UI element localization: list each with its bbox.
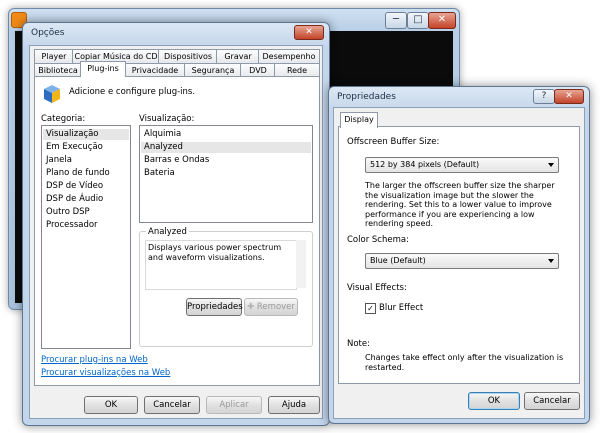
category-item[interactable]: Outro DSP [46, 207, 90, 218]
category-label: Categoria: [41, 114, 86, 124]
visualization-item[interactable]: Bateria [144, 168, 175, 179]
note-text: Changes take effect only after the visua… [365, 353, 564, 372]
category-item[interactable]: DSP de Áudio [46, 194, 103, 205]
buffer-label: Offscreen Buffer Size: [347, 137, 440, 147]
category-item[interactable]: Plano de fundo [46, 168, 110, 179]
properties-button[interactable]: Propriedades [186, 298, 243, 316]
visualization-item[interactable]: Alquimia [144, 129, 181, 140]
tab-library[interactable]: Biblioteca [34, 63, 82, 77]
remove-plugin-icon: ✚ [247, 302, 255, 312]
properties-close-button[interactable]: ✕ [554, 89, 584, 104]
properties-cancel-button[interactable]: Cancelar [524, 392, 580, 410]
tab-burn[interactable]: Gravar [216, 49, 260, 63]
close-button[interactable]: ✕ [428, 12, 456, 29]
color-schema-label: Color Schema: [347, 235, 409, 245]
chevron-down-icon [548, 259, 554, 263]
plugins-panel: Adicione e configure plug-ins. Categoria… [34, 76, 320, 386]
visualization-list[interactable]: Alquimia Analyzed Barras e Ondas Bateria [139, 125, 313, 223]
buffer-size-select[interactable]: 512 by 384 pixels (Default) [365, 157, 559, 173]
category-item[interactable]: DSP de Vídeo [46, 181, 103, 192]
properties-ok-button[interactable]: OK [468, 392, 520, 410]
tab-privacy[interactable]: Privacidade [124, 63, 186, 77]
options-dialog-title: Opções [31, 28, 65, 38]
plugins-header-text: Adicione e configure plug-ins. [69, 87, 196, 97]
options-dialog: Opções ✕ Player Copiar Música do CD Disp… [22, 22, 330, 426]
blur-effect-checkbox[interactable]: ✓ [365, 303, 376, 314]
visualization-item[interactable]: Analyzed [141, 142, 311, 153]
detail-description-box: Displays various power spectrum and wave… [145, 240, 297, 290]
buffer-help-text: The larger the offscreen buffer size the… [365, 181, 555, 228]
help-button[interactable]: Ajuda [268, 396, 320, 414]
tab-performance[interactable]: Desempenho [258, 49, 320, 63]
options-close-button[interactable]: ✕ [294, 25, 324, 40]
cancel-button[interactable]: Cancelar [144, 396, 200, 414]
note-label: Note: [347, 339, 370, 349]
properties-dialog: Propriedades ? ✕ Display Offscreen Buffe… [328, 86, 590, 424]
detail-scrollbar[interactable] [296, 240, 306, 288]
options-dialog-body: Player Copiar Música do CD Dispositivos … [29, 45, 323, 419]
properties-dialog-body: Display Offscreen Buffer Size: 512 by 38… [333, 107, 585, 419]
tab-network[interactable]: Rede [274, 63, 320, 77]
display-panel: Offscreen Buffer Size: 512 by 384 pixels… [338, 126, 580, 384]
link-find-plugins[interactable]: Procurar plug-ins na Web [41, 355, 148, 365]
category-list[interactable]: Visualização Em Execução Janela Plano de… [41, 125, 131, 349]
tab-plugins[interactable]: Plug-ins [80, 61, 126, 77]
category-item[interactable]: Janela [46, 155, 72, 166]
color-schema-select[interactable]: Blue (Default) [365, 253, 559, 269]
help-icon[interactable]: ? [533, 89, 555, 104]
blur-effect-label: Blur Effect [379, 303, 424, 313]
detail-title: Analyzed [146, 227, 189, 237]
apply-button[interactable]: Aplicar [206, 396, 262, 414]
minimize-button[interactable]: ─ [385, 12, 407, 29]
properties-dialog-title: Propriedades [337, 92, 396, 102]
remove-button-label: Remover [256, 302, 295, 312]
tab-player[interactable]: Player [34, 49, 74, 63]
remove-button[interactable]: ✚ Remover [244, 298, 298, 316]
plugin-cube-icon [44, 85, 60, 103]
category-item[interactable]: Visualização [43, 129, 129, 140]
category-item[interactable]: Processador [46, 220, 98, 231]
chevron-down-icon [548, 163, 554, 167]
tab-devices[interactable]: Dispositivos [158, 49, 218, 63]
buffer-size-value: 512 by 384 pixels (Default) [370, 160, 480, 169]
link-find-visualizations[interactable]: Procurar visualizações na Web [41, 368, 170, 378]
visualization-item[interactable]: Barras e Ondas [144, 155, 209, 166]
ok-button[interactable]: OK [84, 396, 138, 414]
visualization-label: Visualização: [139, 114, 195, 124]
visual-effects-label: Visual Effects: [347, 283, 407, 293]
detail-group: Analyzed Displays various power spectrum… [139, 227, 313, 347]
category-item[interactable]: Em Execução [46, 142, 103, 153]
color-schema-value: Blue (Default) [370, 256, 426, 265]
maximize-button[interactable]: □ [407, 12, 429, 29]
tab-display[interactable]: Display [340, 112, 378, 128]
detail-description: Displays various power spectrum and wave… [148, 243, 282, 262]
tab-security[interactable]: Segurança [184, 63, 242, 77]
tab-dvd[interactable]: DVD [240, 63, 276, 77]
